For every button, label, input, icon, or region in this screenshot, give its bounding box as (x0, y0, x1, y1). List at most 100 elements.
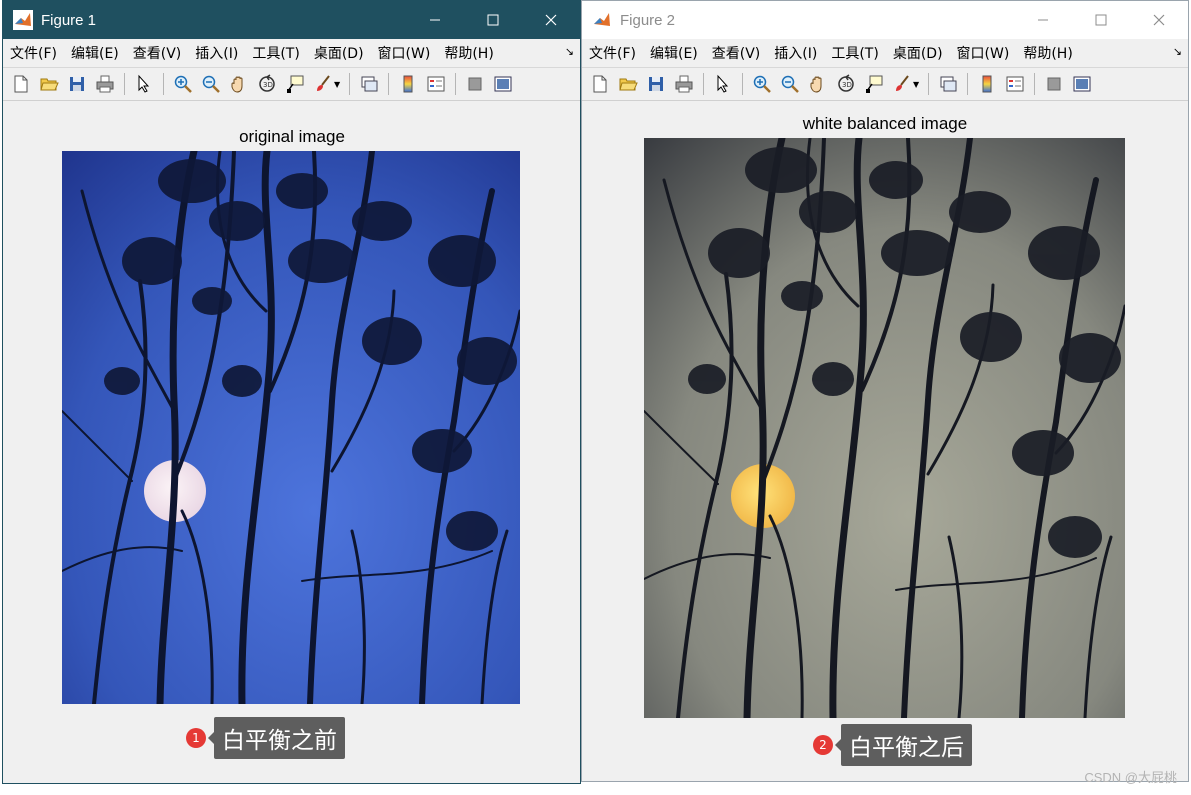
axes-title: original image (239, 127, 345, 146)
print-icon (96, 75, 114, 93)
menu-desktop[interactable]: 桌面(D) (886, 43, 950, 63)
menu-edit[interactable]: 编辑(E) (643, 43, 705, 63)
pan-button[interactable] (227, 72, 251, 96)
new-figure-button[interactable] (9, 72, 33, 96)
maximize-button[interactable] (1072, 1, 1130, 39)
insert-legend-button[interactable] (424, 72, 448, 96)
link-plot-icon (940, 76, 957, 92)
menu-window[interactable]: 窗口(W) (371, 43, 438, 63)
open-file-button[interactable] (616, 72, 640, 96)
annotation-before: 1 白平衡之前 (186, 717, 345, 759)
insert-legend-button[interactable] (1003, 72, 1027, 96)
menu-tools[interactable]: 工具(T) (245, 43, 306, 63)
menu-view[interactable]: 查看(V) (705, 43, 768, 63)
insert-colorbar-button[interactable] (396, 72, 420, 96)
open-folder-icon (619, 78, 638, 91)
figure-2-titlebar[interactable]: Figure 2 (582, 1, 1188, 39)
menu-help[interactable]: 帮助(H) (1016, 43, 1079, 63)
annotation-after: 2 白平衡之后 (813, 724, 972, 766)
annotation-number-badge: 2 (813, 735, 833, 755)
annotation-label: 白平衡之前 (208, 717, 345, 759)
white-balanced-image (644, 138, 1125, 718)
data-cursor-button[interactable] (283, 72, 307, 96)
data-cursor-button[interactable] (862, 72, 886, 96)
maximize-icon (1095, 14, 1107, 26)
menu-dock-arrow-icon[interactable]: ↘ (565, 45, 574, 58)
close-icon (1153, 14, 1165, 26)
annotation-label: 白平衡之后 (835, 724, 972, 766)
print-icon (675, 75, 693, 93)
edit-plot-button[interactable] (711, 72, 735, 96)
zoom-out-button[interactable] (199, 72, 223, 96)
maximize-button[interactable] (464, 1, 522, 39)
menu-view[interactable]: 查看(V) (126, 43, 189, 63)
close-button[interactable] (522, 1, 580, 39)
hide-plot-tools-button[interactable] (463, 72, 487, 96)
menu-insert[interactable]: 插入(I) (188, 43, 245, 63)
figure-toolbar: 3D ▼ (3, 68, 580, 101)
annotation-number-badge: 1 (186, 728, 206, 748)
insert-colorbar-button[interactable] (975, 72, 999, 96)
close-button[interactable] (1130, 1, 1188, 39)
save-button[interactable] (644, 72, 668, 96)
toolbar-separator (967, 73, 969, 95)
pointer-arrow-icon (717, 74, 729, 93)
brush-button[interactable] (311, 72, 335, 96)
rotate-3d-button[interactable]: 3D (834, 72, 858, 96)
zoom-out-button[interactable] (778, 72, 802, 96)
colorbar-icon (982, 75, 992, 93)
watermark: CSDN @大屁桃 (1084, 770, 1177, 785)
show-plot-tools-button[interactable] (1070, 72, 1094, 96)
data-cursor-icon (866, 75, 883, 93)
new-file-icon (593, 75, 607, 93)
edit-plot-button[interactable] (132, 72, 156, 96)
data-cursor-icon (287, 75, 304, 93)
menu-bar: 文件(F) 编辑(E) 查看(V) 插入(I) 工具(T) 桌面(D) 窗口(W… (3, 39, 580, 68)
minimize-icon (1038, 19, 1048, 21)
brush-dropdown-arrow-icon[interactable]: ▼ (334, 80, 340, 89)
menu-file[interactable]: 文件(F) (582, 43, 643, 63)
figure-toolbar: 3D ▼ (582, 68, 1188, 101)
menu-desktop[interactable]: 桌面(D) (307, 43, 371, 63)
minimize-button[interactable] (1014, 1, 1072, 39)
menu-window[interactable]: 窗口(W) (950, 43, 1017, 63)
print-button[interactable] (93, 72, 117, 96)
toolbar-separator (124, 73, 125, 95)
hand-pan-icon (231, 76, 243, 93)
menu-dock-arrow-icon[interactable]: ↘ (1173, 45, 1182, 58)
new-figure-button[interactable] (588, 72, 612, 96)
open-file-button[interactable] (37, 72, 61, 96)
brush-dropdown-arrow-icon[interactable]: ▼ (913, 80, 919, 89)
figure-1-titlebar[interactable]: Figure 1 (3, 1, 580, 39)
zoom-in-icon (753, 75, 771, 93)
menu-edit[interactable]: 编辑(E) (64, 43, 126, 63)
svg-text:3D: 3D (842, 81, 852, 89)
toolbar-separator (703, 73, 704, 95)
menu-insert[interactable]: 插入(I) (767, 43, 824, 63)
toolbar-separator (455, 73, 457, 95)
link-plot-button[interactable] (357, 72, 381, 96)
legend-icon (1006, 76, 1024, 92)
menu-tools[interactable]: 工具(T) (824, 43, 885, 63)
toolbar-separator (928, 73, 930, 95)
print-button[interactable] (672, 72, 696, 96)
minimize-button[interactable] (406, 1, 464, 39)
toolbar-separator (388, 73, 390, 95)
menu-help[interactable]: 帮助(H) (437, 43, 500, 63)
save-button[interactable] (65, 72, 89, 96)
toolbar-separator (742, 73, 743, 95)
original-image-canvas (62, 151, 520, 704)
figure-2-window: Figure 2 文件(F) 编辑(E) 查看(V) 插入(I) 工具(T) 桌… (581, 0, 1189, 782)
menu-file[interactable]: 文件(F) (3, 43, 64, 63)
brush-button[interactable] (890, 72, 914, 96)
zoom-in-button[interactable] (171, 72, 195, 96)
rotate-3d-button[interactable]: 3D (255, 72, 279, 96)
window-title: Figure 1 (41, 11, 97, 29)
hide-plot-tools-button[interactable] (1042, 72, 1066, 96)
zoom-in-button[interactable] (750, 72, 774, 96)
maximize-icon (487, 14, 499, 26)
show-plot-tools-button[interactable] (491, 72, 515, 96)
pan-button[interactable] (806, 72, 830, 96)
colorbar-icon (403, 75, 413, 93)
link-plot-button[interactable] (936, 72, 960, 96)
